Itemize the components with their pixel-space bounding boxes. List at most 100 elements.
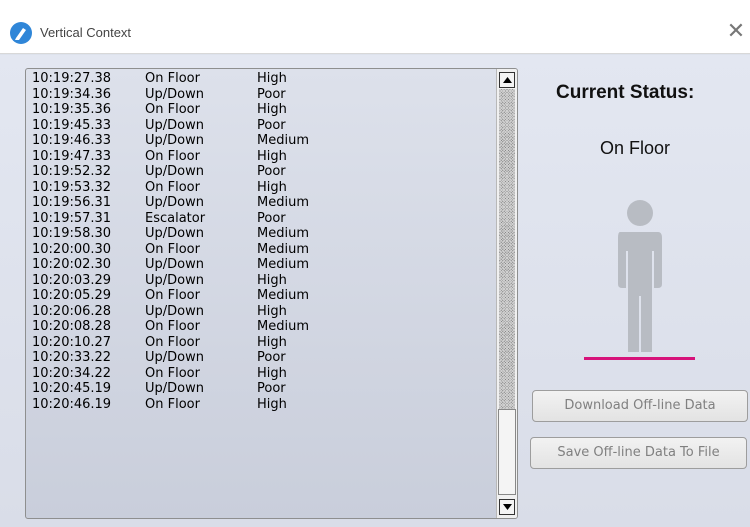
log-context-cell: On Floor: [145, 288, 200, 303]
log-quality-cell: Medium: [257, 319, 309, 334]
log-quality-cell: High: [257, 179, 287, 195]
log-row[interactable]: 10:19:47.33 On Floor High: [32, 149, 494, 165]
log-quality-cell: High: [257, 396, 287, 412]
log-time-cell: 10:19:47.33: [32, 148, 112, 164]
log-time-cell: 10:20:46.19: [32, 396, 112, 412]
person-standing-icon: [610, 196, 670, 361]
log-quality-cell: Poor: [257, 117, 286, 133]
log-rows: 10:19:27.38 On Floor High 10:19:34.36 Up/Dow…: [32, 71, 494, 412]
log-quality-cell: Medium: [257, 241, 309, 257]
log-time-cell: 10:19:46.33: [32, 133, 112, 148]
log-context-cell: Up/Down: [145, 350, 204, 365]
context-log-list[interactable]: 10:19:27.38 On Floor High 10:19:34.36 Up/Dow…: [25, 68, 518, 519]
log-time-cell: 10:19:57.31: [32, 210, 112, 226]
log-row[interactable]: 10:20:03.29 Up/Down High: [32, 273, 494, 289]
floor-line-indicator: [584, 357, 695, 360]
log-row[interactable]: 10:20:46.19 On Floor High: [32, 397, 494, 413]
log-context-cell: Up/Down: [145, 133, 204, 148]
log-time-cell: 10:20:02.30: [32, 257, 112, 272]
log-row[interactable]: 10:20:10.27 On Floor High: [32, 335, 494, 351]
log-row[interactable]: 10:19:53.32 On Floor High: [32, 180, 494, 196]
log-context-cell: On Floor: [145, 334, 200, 350]
title-bar: Vertical Context ✕: [0, 0, 750, 54]
log-quality-cell: Poor: [257, 164, 286, 179]
scroll-up-button[interactable]: [499, 72, 515, 88]
log-quality-cell: Medium: [257, 288, 309, 303]
log-row[interactable]: 10:19:56.31 Up/Down Medium: [32, 195, 494, 211]
log-context-cell: Up/Down: [145, 303, 204, 319]
close-button[interactable]: ✕: [722, 18, 750, 46]
log-row[interactable]: 10:20:05.29 On Floor Medium: [32, 288, 494, 304]
log-time-cell: 10:19:53.32: [32, 179, 112, 195]
log-context-cell: On Floor: [145, 102, 200, 117]
log-quality-cell: High: [257, 71, 287, 86]
log-row[interactable]: 10:20:02.30 Up/Down Medium: [32, 257, 494, 273]
arrow-down-icon: [503, 504, 512, 510]
log-row[interactable]: 10:19:45.33 Up/Down Poor: [32, 118, 494, 134]
download-offline-data-button[interactable]: Download Off-line Data: [532, 390, 748, 422]
log-context-cell: Up/Down: [145, 226, 204, 241]
log-context-cell: Up/Down: [145, 164, 204, 179]
log-context-cell: Up/Down: [145, 195, 204, 210]
log-time-cell: 10:20:10.27: [32, 334, 112, 350]
current-status-heading: Current Status:: [556, 82, 695, 103]
log-context-cell: Escalator: [145, 210, 206, 226]
log-row[interactable]: 10:20:00.30 On Floor Medium: [32, 242, 494, 258]
log-time-cell: 10:19:34.36: [32, 86, 112, 102]
log-quality-cell: Poor: [257, 350, 286, 365]
log-context-cell: On Floor: [145, 365, 200, 381]
log-context-cell: On Floor: [145, 71, 200, 86]
log-row[interactable]: 10:20:08.28 On Floor Medium: [32, 319, 494, 335]
log-time-cell: 10:19:35.36: [32, 102, 112, 117]
vertical-scrollbar[interactable]: [496, 69, 517, 518]
log-row[interactable]: 10:19:35.36 On Floor High: [32, 102, 494, 118]
scrollbar-track[interactable]: [499, 89, 515, 409]
log-quality-cell: Medium: [257, 257, 309, 272]
log-context-cell: On Floor: [145, 241, 200, 257]
log-row[interactable]: 10:19:27.38 On Floor High: [32, 71, 494, 87]
log-quality-cell: High: [257, 272, 287, 288]
log-context-cell: On Floor: [145, 396, 200, 412]
log-quality-cell: Poor: [257, 381, 286, 396]
log-row[interactable]: 10:20:34.22 On Floor High: [32, 366, 494, 382]
log-quality-cell: Poor: [257, 86, 286, 102]
log-row[interactable]: 10:19:46.33 Up/Down Medium: [32, 133, 494, 149]
log-quality-cell: Medium: [257, 133, 309, 148]
log-context-cell: Up/Down: [145, 272, 204, 288]
log-row[interactable]: 10:19:52.32 Up/Down Poor: [32, 164, 494, 180]
log-time-cell: 10:19:58.30: [32, 226, 112, 241]
log-time-cell: 10:20:00.30: [32, 241, 112, 257]
log-time-cell: 10:19:27.38: [32, 71, 112, 86]
log-quality-cell: Poor: [257, 210, 286, 226]
current-status-value: On Floor: [599, 138, 671, 158]
log-quality-cell: High: [257, 303, 287, 319]
scroll-down-button[interactable]: [499, 499, 515, 515]
log-time-cell: 10:20:08.28: [32, 319, 112, 334]
log-row[interactable]: 10:19:58.30 Up/Down Medium: [32, 226, 494, 242]
save-offline-data-button[interactable]: Save Off-line Data To File: [530, 437, 747, 469]
log-time-cell: 10:20:34.22: [32, 365, 112, 381]
log-time-cell: 10:20:05.29: [32, 288, 112, 303]
log-time-cell: 10:20:33.22: [32, 350, 112, 365]
log-context-cell: Up/Down: [145, 257, 204, 272]
log-context-cell: On Floor: [145, 148, 200, 164]
log-quality-cell: Medium: [257, 195, 309, 210]
window-title: Vertical Context: [40, 25, 132, 40]
log-row[interactable]: 10:19:34.36 Up/Down Poor: [32, 87, 494, 103]
log-time-cell: 10:20:45.19: [32, 381, 112, 396]
scrollbar-thumb[interactable]: [498, 409, 516, 495]
app-icon: [10, 22, 32, 44]
log-context-cell: On Floor: [145, 319, 200, 334]
log-time-cell: 10:19:56.31: [32, 195, 112, 210]
log-row[interactable]: 10:20:33.22 Up/Down Poor: [32, 350, 494, 366]
arrow-up-icon: [503, 77, 512, 83]
log-quality-cell: High: [257, 102, 287, 117]
log-row[interactable]: 10:20:06.28 Up/Down High: [32, 304, 494, 320]
log-row[interactable]: 10:20:45.19 Up/Down Poor: [32, 381, 494, 397]
log-quality-cell: High: [257, 148, 287, 164]
log-context-cell: Up/Down: [145, 86, 204, 102]
log-time-cell: 10:19:45.33: [32, 117, 112, 133]
log-context-cell: Up/Down: [145, 381, 204, 396]
log-quality-cell: High: [257, 334, 287, 350]
log-row[interactable]: 10:19:57.31 Escalator Poor: [32, 211, 494, 227]
